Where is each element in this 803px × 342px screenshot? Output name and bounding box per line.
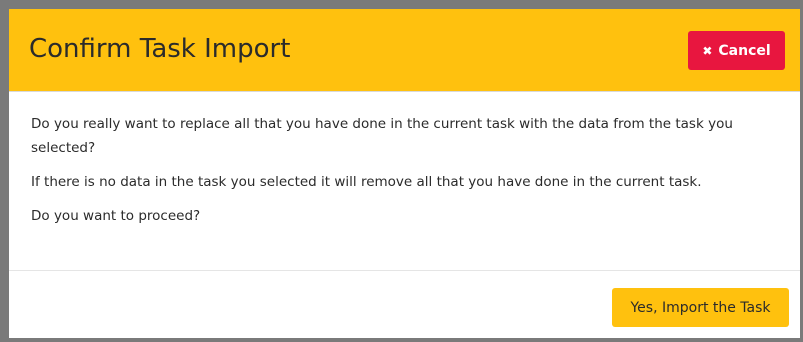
- confirm-task-import-dialog: Confirm Task Import ✖ Cancel Do you real…: [9, 9, 800, 338]
- cancel-button-label: Cancel: [718, 42, 771, 59]
- dialog-message-replace: Do you really want to replace all that y…: [31, 116, 733, 156]
- close-icon: ✖: [702, 43, 713, 58]
- import-task-button[interactable]: Yes, Import the Task: [612, 288, 789, 327]
- dialog-message-no-data: If there is no data in the task you sele…: [31, 174, 702, 190]
- dialog-header: Confirm Task Import ✖ Cancel: [9, 9, 800, 92]
- dialog-title: Confirm Task Import: [29, 34, 291, 64]
- dialog-footer: Yes, Import the Task: [9, 271, 800, 338]
- cancel-button[interactable]: ✖ Cancel: [688, 31, 785, 70]
- dialog-body: Do you really want to replace all that y…: [9, 92, 800, 271]
- dialog-message-proceed: Do you want to proceed?: [31, 208, 201, 224]
